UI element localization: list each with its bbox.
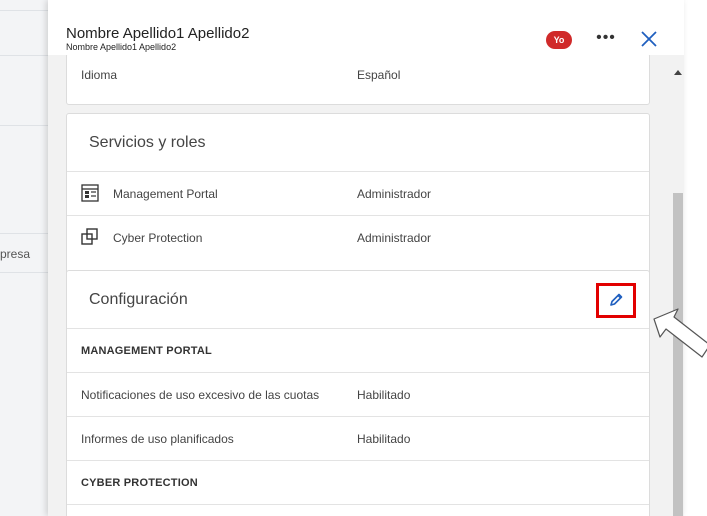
setting-label: Notificaciones de uso excesivo de las cu… — [81, 388, 320, 402]
configuration-title: Configuración — [89, 291, 188, 308]
setting-row: Informes de uso planificados Habilitado — [67, 416, 649, 461]
services-roles-title: Servicios y roles — [89, 134, 206, 151]
setting-label: Informes de uso planificados — [81, 432, 234, 446]
setting-value: Habilitado — [357, 388, 411, 402]
more-options-button[interactable]: ••• — [596, 28, 616, 48]
edit-configuration-button[interactable] — [607, 291, 625, 309]
service-role: Administrador — [357, 231, 432, 245]
pencil-icon — [610, 293, 623, 306]
close-button[interactable] — [638, 28, 660, 50]
cyber-protection-icon — [81, 228, 98, 245]
divider — [0, 233, 48, 234]
divider — [0, 272, 48, 273]
profile-card: Idioma Español — [66, 55, 650, 105]
management-portal-icon — [81, 184, 99, 202]
service-row: Cyber Protection Administrador — [67, 215, 649, 260]
setting-value: Habilitado — [357, 432, 411, 446]
section-header-row: CYBER PROTECTION — [67, 460, 649, 505]
scroll-up-arrow-icon[interactable] — [674, 70, 682, 75]
language-value: Español — [357, 68, 401, 82]
setting-row: Notificaciones de uso excesivo de las cu… — [67, 372, 649, 417]
divider — [0, 55, 48, 56]
pointer-arrow-icon — [653, 308, 707, 358]
service-role: Administrador — [357, 187, 432, 201]
current-user-badge: Yo — [546, 31, 572, 49]
language-label: Idioma — [81, 68, 118, 82]
section-header-row: MANAGEMENT PORTAL — [67, 328, 649, 373]
divider — [0, 125, 48, 126]
panel-content: Idioma Español Servicios y roles Managem… — [48, 55, 684, 516]
service-name: Management Portal — [113, 187, 218, 201]
section-heading-cyber-protection: CYBER PROTECTION — [81, 477, 198, 489]
panel-title: Nombre Apellido1 Apellido2 — [66, 25, 250, 42]
services-roles-card: Servicios y roles Management Portal Admi… — [66, 113, 650, 275]
divider — [0, 10, 48, 11]
configuration-card: Configuración MANAGEMENT PORTAL Notifica… — [66, 270, 650, 516]
user-details-panel: Nombre Apellido1 Apellido2 Nombre Apelli… — [48, 0, 684, 516]
background-column-label: presa — [0, 247, 31, 261]
service-name: Cyber Protection — [113, 231, 203, 245]
panel-subtitle: Nombre Apellido1 Apellido2 — [66, 42, 177, 52]
section-heading-management-portal: MANAGEMENT PORTAL — [81, 345, 212, 357]
background-page: presa — [0, 0, 48, 516]
panel-header: Nombre Apellido1 Apellido2 Nombre Apelli… — [48, 0, 684, 55]
setting-row — [67, 504, 649, 516]
service-row: Management Portal Administrador — [67, 171, 649, 216]
close-icon — [641, 31, 657, 47]
